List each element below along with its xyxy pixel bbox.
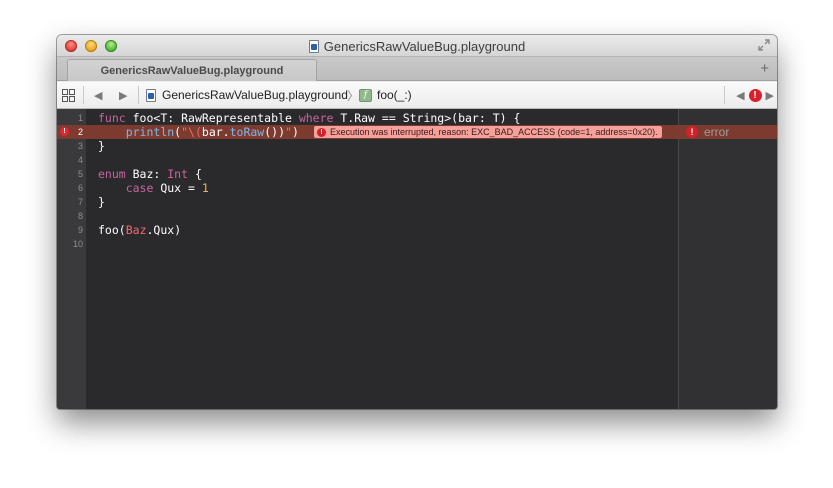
- code-token: }: [98, 195, 105, 209]
- code-text: case Qux = 1: [98, 181, 209, 195]
- issue-navigator: ◀ ! ▶: [736, 82, 774, 108]
- code-line[interactable]: 6 case Qux = 1: [57, 181, 678, 195]
- jump-bar: ◀ ▶ GenericsRawValueBug.playground 〉 f f…: [57, 82, 777, 109]
- jump-bar-separator: [724, 86, 725, 104]
- code-token: (: [118, 223, 126, 237]
- line-number: 5: [77, 169, 83, 179]
- code-token: bar.: [201, 125, 230, 139]
- title-bar: GenericsRawValueBug.playground: [57, 35, 777, 57]
- error-icon: !: [686, 126, 698, 138]
- window-title: GenericsRawValueBug.playground: [323, 38, 526, 54]
- grid-icon: [62, 88, 75, 102]
- error-message-bubble[interactable]: ! Execution was interrupted, reason: EXC…: [314, 126, 662, 138]
- code-token: }: [98, 139, 105, 153]
- code-text: println("\(bar.toRaw())"): [98, 125, 299, 139]
- line-number: 1: [77, 113, 83, 123]
- code-line[interactable]: 7}: [57, 195, 678, 209]
- result-error-label: error: [704, 125, 730, 139]
- code-token: ): [291, 125, 299, 139]
- code-token: 1: [201, 181, 209, 195]
- code-line[interactable]: 4: [57, 153, 678, 167]
- line-number: 9: [77, 225, 83, 235]
- code-line[interactable]: 5 enum Baz: Int {: [57, 167, 678, 181]
- related-items-button[interactable]: [62, 82, 76, 108]
- line-number: 4: [77, 155, 83, 165]
- tab-bar: GenericsRawValueBug.playground +: [57, 57, 777, 81]
- code-token: case: [125, 181, 154, 195]
- fullscreen-icon[interactable]: [758, 39, 770, 51]
- code-line[interactable]: 8: [57, 209, 678, 223]
- code-text: }: [98, 195, 105, 209]
- previous-issue-button[interactable]: ◀: [736, 89, 744, 102]
- code-token: .Qux): [146, 223, 182, 237]
- code-token: {: [188, 167, 202, 181]
- window-title-area: GenericsRawValueBug.playground: [57, 35, 777, 57]
- line-number: 7: [77, 197, 83, 207]
- code-text: func foo<T: RawRepresentable where T.Raw…: [98, 111, 520, 125]
- playground-file-icon: [146, 88, 156, 102]
- line-number: 2: [77, 127, 83, 137]
- line-number: 3: [77, 141, 83, 151]
- error-icon[interactable]: !: [748, 88, 762, 102]
- error-message: Execution was interrupted, reason: EXC_B…: [330, 127, 658, 137]
- back-button[interactable]: ◀: [94, 82, 102, 108]
- code-token: where: [298, 111, 334, 125]
- code-text: enum Baz: Int {: [98, 167, 202, 181]
- tab-label: GenericsRawValueBug.playground: [100, 64, 284, 77]
- code-token: func: [98, 111, 126, 125]
- code-token: T.Raw ==: [333, 111, 403, 125]
- jump-bar-separator: [138, 86, 139, 104]
- code-token: ()): [264, 125, 285, 139]
- code-token: Int: [167, 167, 189, 181]
- code-line[interactable]: 10: [57, 237, 678, 251]
- jump-bar-separator: [83, 86, 84, 104]
- function-icon: f: [359, 88, 372, 102]
- next-issue-button[interactable]: ▶: [766, 89, 774, 102]
- code-token: Baz:: [125, 167, 168, 181]
- code-token: toRaw: [229, 125, 265, 139]
- code-token: String: [402, 111, 445, 125]
- code-editor[interactable]: 1 func foo<T: RawRepresentable where T.Ra…: [57, 109, 777, 409]
- add-tab-button[interactable]: +: [760, 60, 769, 78]
- breadcrumb-file[interactable]: GenericsRawValueBug.playground: [146, 82, 348, 108]
- code-text: }: [98, 139, 105, 153]
- code-token: "\(: [181, 125, 202, 139]
- code-token: enum: [98, 167, 126, 181]
- playground-window: GenericsRawValueBug.playground GenericsR…: [57, 35, 777, 409]
- line-number: 8: [77, 211, 83, 221]
- code-line[interactable]: 1 func foo<T: RawRepresentable where T.Ra…: [57, 111, 678, 125]
- playground-file-icon: [308, 39, 319, 53]
- tab-generics-playground[interactable]: GenericsRawValueBug.playground: [67, 59, 317, 81]
- breadcrumb-function-label: foo(_:): [377, 88, 412, 102]
- line-number: 10: [72, 239, 83, 249]
- breadcrumb-file-label: GenericsRawValueBug.playground: [162, 88, 348, 102]
- code-token: foo<T:: [125, 111, 182, 125]
- code-line[interactable]: 3}: [57, 139, 678, 153]
- error-icon: !: [317, 127, 326, 137]
- code-token: println: [125, 125, 175, 139]
- breadcrumb-function[interactable]: f foo(_:): [359, 82, 412, 108]
- result-error[interactable]: ! error: [686, 125, 729, 139]
- code-token: Baz: [125, 223, 147, 237]
- code-line[interactable]: 9 foo(Baz.Qux): [57, 223, 678, 237]
- code-token: >(bar: T) {: [444, 111, 521, 125]
- forward-button[interactable]: ▶: [119, 82, 127, 108]
- code-token: RawRepresentable: [181, 111, 292, 125]
- line-number: 6: [77, 183, 83, 193]
- code-token: Qux =: [153, 181, 202, 195]
- breadcrumb-chevron-icon: 〉: [347, 88, 360, 103]
- code-text: foo(Baz.Qux): [98, 223, 181, 237]
- code-token: ": [285, 125, 292, 139]
- code-token: foo: [98, 223, 119, 237]
- results-sidebar: [678, 109, 777, 409]
